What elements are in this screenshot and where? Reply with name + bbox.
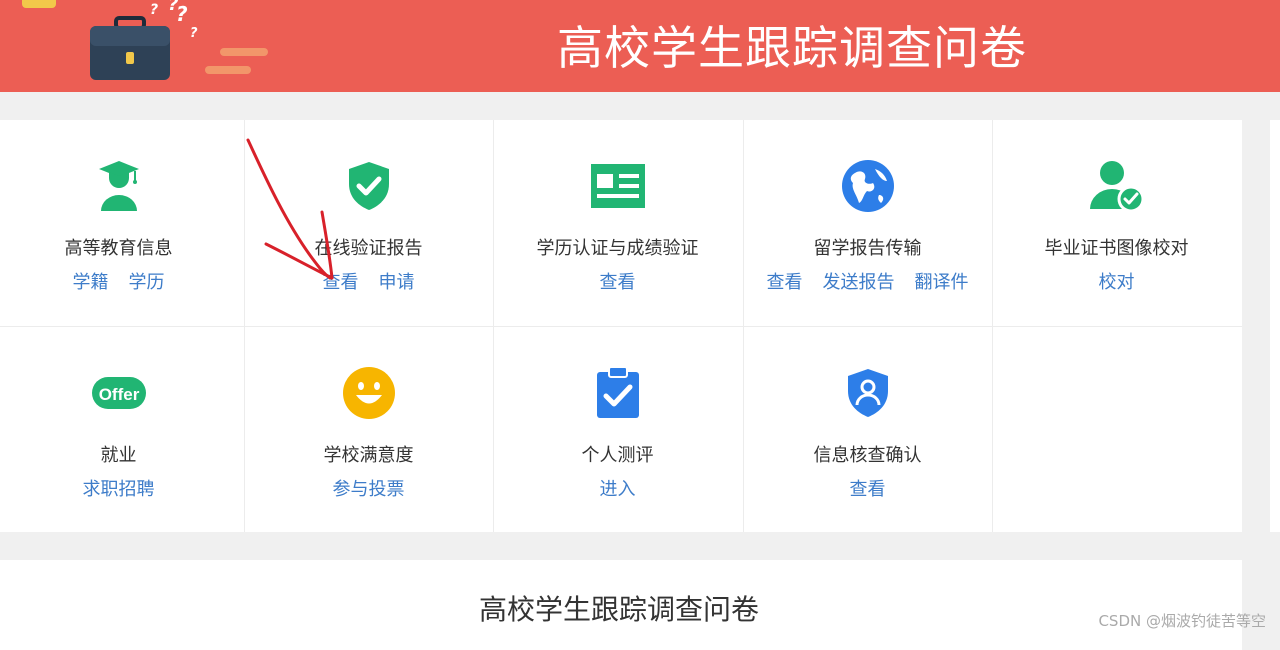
service-employment: Offer 就业 求职招聘 — [0, 327, 243, 533]
service-title: 高等教育信息 — [64, 238, 173, 259]
certificate-icon — [590, 164, 645, 208]
link-check[interactable]: 校对 — [1099, 268, 1135, 294]
clipboard-check-icon — [596, 366, 639, 418]
service-diploma-image-check: 毕业证书图像校对 校对 — [992, 120, 1241, 326]
smile-icon — [342, 367, 395, 419]
page-title: 高校学生跟踪调查问卷 — [557, 21, 1027, 75]
offer-icon-text: Offer — [98, 385, 139, 404]
service-title: 个人测评 — [581, 445, 654, 466]
link-view[interactable]: 查看 — [600, 268, 636, 294]
service-online-verification: 在线验证报告 查看 申请 — [244, 120, 493, 326]
service-grid: 高等教育信息 学籍 学历 在线验证报告 查看 申请 学历认证与成绩验证 查看 留… — [0, 120, 1242, 532]
watermark: CSDN @烟波钓徒苦等空 — [1098, 612, 1266, 630]
service-title: 在线验证报告 — [314, 238, 423, 259]
service-degree-certification: 学历认证与成绩验证 查看 — [493, 120, 742, 326]
briefcase-icon — [90, 16, 170, 80]
globe-icon — [841, 160, 894, 212]
link-job-search[interactable]: 求职招聘 — [83, 475, 155, 501]
service-title: 毕业证书图像校对 — [1044, 238, 1189, 259]
decoration-bar — [220, 48, 268, 56]
decoration-bar — [22, 0, 56, 8]
shield-check-icon — [348, 162, 389, 210]
service-title: 学校满意度 — [323, 445, 414, 466]
shield-user-icon — [847, 369, 888, 417]
link-send-report[interactable]: 发送报告 — [823, 268, 895, 294]
user-check-icon — [1089, 161, 1144, 213]
service-title: 信息核查确认 — [813, 445, 922, 466]
link-view[interactable]: 查看 — [850, 475, 886, 501]
service-title: 学历认证与成绩验证 — [536, 238, 699, 259]
link-enter[interactable]: 进入 — [600, 475, 636, 501]
question-mark-icon: ? — [190, 26, 198, 41]
link-translation[interactable]: 翻译件 — [915, 268, 969, 294]
header-banner: ? ? ? ? 高校学生跟踪调查问卷 — [0, 0, 1280, 92]
service-title: 就业 — [100, 445, 137, 466]
question-mark-icon: ? — [176, 2, 188, 26]
survey-section: 高校学生跟踪调查问卷 — [0, 560, 1242, 650]
link-apply[interactable]: 申请 — [379, 268, 415, 294]
question-mark-icon: ? — [150, 2, 159, 18]
decoration-bar — [205, 66, 251, 74]
link-vote[interactable]: 参与投票 — [333, 475, 405, 501]
service-school-satisfaction: 学校满意度 参与投票 — [244, 327, 493, 533]
service-study-abroad-report: 留学报告传输 查看 发送报告 翻译件 — [743, 120, 992, 326]
link-view[interactable]: 查看 — [767, 268, 803, 294]
graduate-icon — [98, 161, 139, 211]
service-info-verification: 信息核查确认 查看 — [743, 327, 992, 533]
link-view[interactable]: 查看 — [323, 268, 359, 294]
scroll-strip — [1270, 120, 1280, 532]
link-student-status[interactable]: 学籍 — [73, 268, 109, 294]
service-title: 留学报告传输 — [813, 238, 922, 259]
service-personal-assessment: 个人测评 进入 — [493, 327, 742, 533]
offer-icon: Offer — [91, 377, 146, 409]
service-higher-education-info: 高等教育信息 学籍 学历 — [0, 120, 243, 326]
link-degree[interactable]: 学历 — [129, 268, 165, 294]
section-title: 高校学生跟踪调查问卷 — [478, 593, 759, 626]
